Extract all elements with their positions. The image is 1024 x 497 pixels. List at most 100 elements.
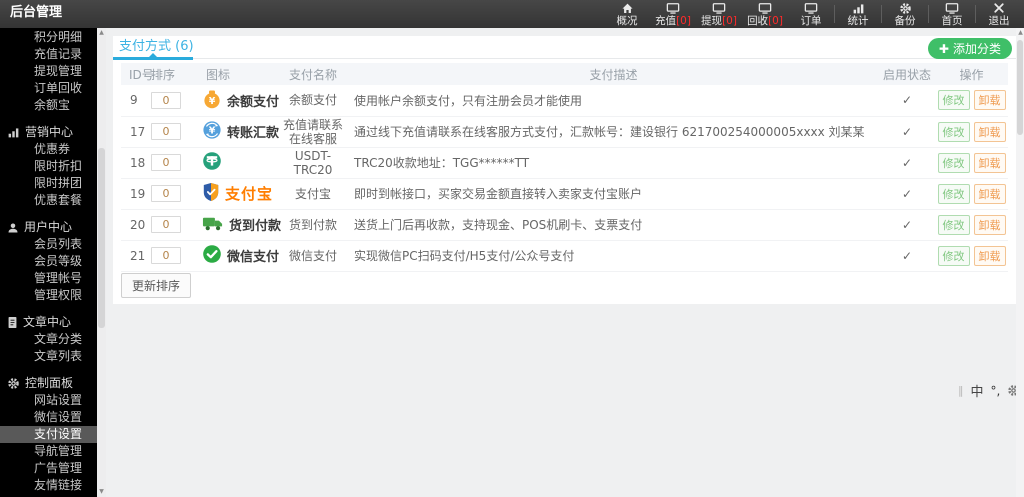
balance-payment-icon: ¥ [202, 89, 222, 112]
sidebar-item-coupons[interactable]: 优惠券 [0, 141, 97, 158]
sidebar-item-nav-manage[interactable]: 导航管理 [0, 443, 97, 460]
topbar-item-text: 充值 [655, 14, 677, 27]
topbar-item-overview[interactable]: 概况 [604, 0, 650, 28]
topbar-item-backup[interactable]: 备份 [882, 0, 928, 28]
topbar-item-label: 订单 [801, 15, 822, 27]
sort-input[interactable] [151, 216, 181, 233]
topbar-item-orders[interactable]: 订单 [788, 0, 834, 28]
topbar-item-statistics[interactable]: 统计 [835, 0, 881, 28]
sidebar-item-package-deals[interactable]: 优惠套餐 [0, 192, 97, 209]
payment-description: 使用帐户余额支付，只有注册会员才能使用 [354, 93, 583, 108]
scroll-up-arrow-icon[interactable]: ▲ [1016, 28, 1024, 38]
enabled-status: ✓ [879, 178, 935, 209]
topbar-item-logout[interactable]: 退出 [976, 0, 1022, 28]
ime-mode-indicator[interactable]: 中 [971, 381, 984, 400]
check-icon: ✓ [901, 124, 913, 139]
sidebar-group-label: 用户中心 [24, 220, 73, 234]
sidebar-item-article-list[interactable]: 文章列表 [0, 348, 97, 365]
sidebar-scrollbar-thumb[interactable] [98, 148, 105, 328]
sidebar-item-manage-permission[interactable]: 管理权限 [0, 287, 97, 304]
sidebar-item-payment-settings[interactable]: 支付设置 [0, 426, 97, 443]
page-scrollbar[interactable]: ▲ [1016, 28, 1024, 497]
column-header: 支付描述 [589, 67, 638, 82]
sidebar-item-ad-manage[interactable]: 广告管理 [0, 460, 97, 477]
sidebar-group-label: 控制面板 [25, 376, 74, 390]
sidebar-item-member-level[interactable]: 会员等级 [0, 253, 97, 270]
user-icon [7, 222, 19, 234]
column-header: ID号 [129, 67, 154, 82]
edit-button[interactable]: 修改 [937, 90, 970, 111]
enabled-status: ✓ [879, 85, 935, 116]
sidebar-group-marketing-center[interactable]: 营销中心 [0, 124, 97, 141]
scroll-down-arrow-icon[interactable]: ▼ [97, 487, 106, 497]
uninstall-button[interactable]: 卸载 [973, 214, 1006, 235]
row-id: 18 [130, 155, 146, 170]
uninstall-button[interactable]: 卸载 [973, 121, 1006, 142]
sidebar-item-order-recycle[interactable]: 订单回收 [0, 80, 97, 97]
sidebar-item-site-settings[interactable]: 网站设置 [0, 392, 97, 409]
edit-button[interactable]: 修改 [937, 214, 970, 235]
sidebar-scrollbar[interactable]: ▲ ▼ [97, 28, 106, 497]
add-category-button[interactable]: ✚ 添加分类 [927, 38, 1012, 59]
sidebar-item-points-detail[interactable]: 积分明细 [0, 29, 97, 46]
check-icon: ✓ [901, 217, 913, 232]
app-title: 后台管理 [10, 5, 63, 20]
sidebar-group-article-center[interactable]: 文章中心 [0, 314, 97, 331]
uninstall-button[interactable]: 卸载 [973, 245, 1006, 266]
tabbar: 支付方式 (6) ✚ 添加分类 [113, 36, 1016, 60]
sidebar-item-recharge-records[interactable]: 充值记录 [0, 46, 97, 63]
enabled-status: ✓ [879, 116, 935, 147]
sort-input[interactable] [151, 154, 181, 171]
sidebar-group-control-panel[interactable]: 控制面板 [0, 375, 97, 392]
topbar-item-text: 统计 [847, 14, 869, 27]
payment-icon-wrap: 微信支付 [198, 244, 279, 267]
sort-input[interactable] [151, 91, 181, 109]
notification-badge: [0] [768, 14, 783, 27]
uninstall-button[interactable]: 卸载 [973, 152, 1006, 173]
uninstall-button[interactable]: 卸载 [973, 90, 1006, 111]
alipay-payment-icon [202, 182, 220, 205]
edit-button[interactable]: 修改 [937, 152, 970, 173]
table-row: 17 ¥ 转账汇款充值请联系在线客服通过线下充值请联系在线客服方式支付，汇款帐号：建… [121, 116, 1008, 147]
row-sort-cell [151, 209, 198, 240]
sort-input[interactable] [151, 123, 181, 140]
topbar-item-recharge[interactable]: 充值[0] [650, 0, 696, 28]
payment-icon-wrap [198, 151, 278, 174]
sidebar-item-flash-discount[interactable]: 限时折扣 [0, 158, 97, 175]
topbar-item-text: 回收 [747, 14, 769, 27]
sidebar-item-member-list[interactable]: 会员列表 [0, 236, 97, 253]
edit-button[interactable]: 修改 [937, 121, 970, 142]
sidebar-item-withdraw-manage[interactable]: 提现管理 [0, 63, 97, 80]
topbar-item-recycle[interactable]: 回收[0] [742, 0, 788, 28]
svg-text:¥: ¥ [209, 96, 216, 107]
sidebar-group-user-center[interactable]: 用户中心 [0, 219, 97, 236]
table-row: 20 货到付款货到付款 送货上门后再收款，支持现金、POS机刷卡、支票支付 ✓ 修改卸载 [121, 209, 1008, 240]
cod-payment-icon [202, 215, 224, 235]
topbar-item-label: 回收[0] [747, 15, 783, 27]
payment-icon-label: 支付宝 [225, 185, 274, 203]
update-sort-button[interactable]: 更新排序 [121, 273, 192, 298]
app-window: 后台管理 概况充值[0]提现[0]回收[0]订单统计备份首页退出 余额明细积分明… [0, 0, 1024, 497]
scroll-up-arrow-icon[interactable]: ▲ [97, 28, 106, 38]
sidebar-item-manage-account[interactable]: 管理帐号 [0, 270, 97, 287]
tab-payment-methods[interactable]: 支付方式 (6) [113, 36, 208, 59]
edit-button[interactable]: 修改 [937, 183, 970, 204]
edit-button[interactable]: 修改 [937, 245, 970, 266]
page-scrollbar-thumb[interactable] [1017, 40, 1023, 135]
payment-icon-label: 余额支付 [227, 94, 280, 110]
topbar-item-homepage[interactable]: 首页 [929, 0, 975, 28]
uninstall-button[interactable]: 卸载 [973, 183, 1006, 204]
sort-input[interactable] [151, 185, 181, 202]
sidebar-item-wechat-settings[interactable]: 微信设置 [0, 409, 97, 426]
payment-icon-wrap: ¥ 转账汇款 [198, 120, 279, 143]
row-icon-cell: 微信支付 [198, 240, 279, 271]
sidebar-item-yuebao[interactable]: 余额宝 [0, 97, 97, 114]
column-header: 排序 [151, 67, 176, 82]
sidebar-item-friend-links[interactable]: 友情链接 [0, 477, 97, 494]
sort-input[interactable] [151, 247, 181, 264]
ime-punctuation-indicator[interactable]: °, [991, 384, 1001, 398]
sidebar-item-flash-groupbuy[interactable]: 限时拼团 [0, 175, 97, 192]
topbar-item-withdraw[interactable]: 提现[0] [696, 0, 742, 28]
wechat-payment-icon [202, 244, 222, 267]
sidebar-item-article-category[interactable]: 文章分类 [0, 331, 97, 348]
